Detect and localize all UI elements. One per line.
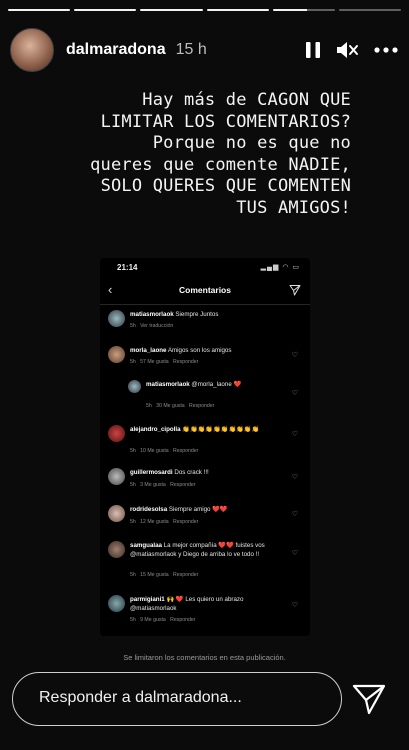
comments-title: Comentarios [179, 285, 231, 295]
comment-reply: Responder [173, 448, 199, 454]
progress-segment [338, 9, 402, 11]
commenter-avatar [108, 468, 125, 485]
comment-age: 5h [130, 323, 136, 329]
comment-user: morla_laone [130, 347, 167, 354]
comment-user: guillermosardi [130, 469, 173, 476]
story-caption: Hay más de CAGON QUE LIMITAR LOS COMENTA… [90, 90, 351, 218]
comment-user: parmigiani1 [130, 596, 165, 603]
progress-segment [140, 9, 203, 11]
embedded-screenshot: 21:14 ▂▄▆ ◠ ▭ ‹ Comentarios matiasmorlao… [100, 258, 310, 636]
like-heart-icon: ♡ [291, 431, 298, 438]
comments-limited-note: Se limitaron los comentarios en esta pub… [123, 653, 286, 662]
comment-likes: 15 Me gusta [140, 572, 169, 578]
progress-segment-current [272, 9, 335, 11]
story-progress-bar [8, 9, 402, 12]
avatar[interactable] [10, 28, 54, 72]
comment-age: 5h [130, 572, 136, 578]
comment-user: alejandro_cipolla [130, 426, 181, 433]
comment-user: matiasmorlaok [146, 381, 190, 388]
progress-segment [8, 9, 71, 11]
status-icons: ▂▄▆ ◠ ▭ [260, 264, 300, 271]
more-options-icon[interactable] [373, 40, 399, 60]
divider [100, 304, 310, 305]
progress-segment [74, 9, 137, 11]
like-heart-icon: ♡ [291, 474, 298, 481]
like-heart-icon: ♡ [291, 390, 298, 397]
mute-icon[interactable] [335, 40, 359, 60]
comment-age: 5h [130, 359, 136, 365]
comment-age: 5h [130, 482, 136, 488]
comment-reply: Responder [173, 359, 199, 365]
commenter-avatar [108, 310, 125, 327]
comment-age: 5h [130, 617, 136, 623]
like-heart-icon: ♡ [291, 602, 298, 609]
comment-likes: 9 Me gusta [140, 617, 166, 623]
comment-age: 5h [130, 448, 136, 454]
comment-text: @morla_laone ❤️ [191, 381, 242, 388]
comment-likes: 57 Me gusta [140, 359, 169, 365]
comment-text: Dos crack !!! [174, 469, 209, 476]
story-age: 15 h [175, 41, 207, 58]
like-heart-icon: ♡ [291, 511, 298, 518]
commenter-avatar [108, 541, 125, 558]
commenter-avatar [108, 346, 125, 363]
comment-translate: Ver traducción [140, 323, 174, 329]
commenter-avatar [128, 380, 141, 393]
commenter-avatar [108, 425, 125, 442]
comment-text: Siempre amigo ❤️❤️ [168, 506, 228, 513]
like-heart-icon: ♡ [291, 550, 298, 557]
comment-likes: 30 Me gusta [156, 403, 185, 409]
story-header: dalmaradona 15 h [10, 28, 399, 72]
status-time: 21:14 [117, 263, 138, 272]
comment-text: Siempre Juntos [175, 311, 219, 318]
comment-likes: 10 Me gusta [140, 448, 169, 454]
comment-reply: Responder [170, 482, 196, 488]
comment-reply: Responder [173, 572, 199, 578]
comment-age: 5h [146, 403, 152, 409]
comment-user: rodridesolsa [130, 506, 168, 513]
pause-icon[interactable] [305, 40, 321, 60]
commenter-avatar [108, 505, 125, 522]
comment-likes: 3 Me gusta [140, 482, 166, 488]
like-heart-icon: ♡ [291, 352, 298, 359]
comment-text: Amigos son los amigos [167, 347, 232, 354]
comment-reply: Responder [189, 403, 215, 409]
comment-reply: Responder [173, 519, 199, 525]
username[interactable]: dalmaradona [66, 41, 166, 59]
comment-reply: Responder [170, 617, 196, 623]
send-icon[interactable] [352, 683, 386, 720]
commenter-avatar [108, 595, 125, 612]
comment-text: 👏👏👏👏👏👏👏👏👏👏 [182, 426, 260, 433]
send-icon [289, 283, 301, 301]
comment-age: 5h [130, 519, 136, 525]
comment-likes: 12 Me gusta [140, 519, 169, 525]
reply-input[interactable]: Responder a dalmaradona... [12, 672, 342, 726]
comment-user: matiasmorlaok [130, 311, 174, 318]
reply-placeholder: Responder a dalmaradona... [39, 689, 242, 706]
comments-navbar: ‹ Comentarios [100, 280, 310, 302]
progress-segment [206, 9, 269, 11]
comment-user: samgualaa [130, 542, 162, 549]
